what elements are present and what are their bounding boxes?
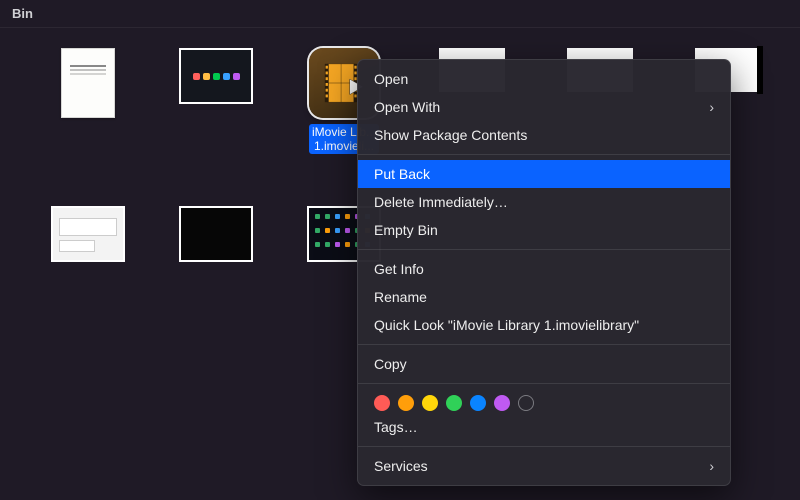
dark-window-icon (179, 206, 253, 262)
menu-item-copy[interactable]: Copy (358, 350, 730, 378)
file-item[interactable] (28, 42, 148, 192)
menu-label: Put Back (374, 165, 430, 183)
menu-item-services[interactable]: Services › (358, 452, 730, 480)
tag-color-orange[interactable] (398, 395, 414, 411)
tag-color-blue[interactable] (470, 395, 486, 411)
menu-label: Rename (374, 288, 427, 306)
menu-item-empty-bin[interactable]: Empty Bin (358, 216, 730, 244)
menu-item-get-info[interactable]: Get Info (358, 255, 730, 283)
menu-label: Delete Immediately… (374, 193, 508, 211)
menu-separator (358, 446, 730, 447)
menu-item-open-with[interactable]: Open With › (358, 93, 730, 121)
chevron-right-icon: › (709, 457, 714, 475)
form-window-icon (51, 206, 125, 262)
menu-item-quick-look[interactable]: Quick Look "iMovie Library 1.imovielibra… (358, 311, 730, 339)
menu-separator (358, 154, 730, 155)
menu-item-open[interactable]: Open (358, 65, 730, 93)
menu-separator (358, 344, 730, 345)
menu-label: Empty Bin (374, 221, 438, 239)
menu-label: Open (374, 70, 408, 88)
menu-label: Open With (374, 98, 440, 116)
chevron-right-icon: › (709, 98, 714, 116)
menu-label: Tags… (374, 418, 418, 436)
tag-color-none[interactable] (518, 395, 534, 411)
tag-color-red[interactable] (374, 395, 390, 411)
menu-separator (358, 383, 730, 384)
context-menu: Open Open With › Show Package Contents P… (357, 59, 731, 486)
menu-item-tags[interactable]: Tags… (358, 413, 730, 441)
menu-item-show-package-contents[interactable]: Show Package Contents (358, 121, 730, 149)
tag-color-green[interactable] (446, 395, 462, 411)
tag-color-row (358, 389, 730, 413)
menu-label: Copy (374, 355, 407, 373)
menu-label: Get Info (374, 260, 424, 278)
window-title: Bin (12, 6, 33, 21)
app-window-icon (179, 48, 253, 104)
menu-label: Services (374, 457, 428, 475)
file-item[interactable] (28, 200, 148, 350)
menu-item-rename[interactable]: Rename (358, 283, 730, 311)
menu-item-delete-immediately[interactable]: Delete Immediately… (358, 188, 730, 216)
menu-item-put-back[interactable]: Put Back (358, 160, 730, 188)
tag-color-purple[interactable] (494, 395, 510, 411)
file-item[interactable] (156, 42, 276, 192)
menu-label: Show Package Contents (374, 126, 527, 144)
menu-separator (358, 249, 730, 250)
window-titlebar: Bin (0, 0, 800, 28)
file-item[interactable] (156, 200, 276, 350)
tag-color-yellow[interactable] (422, 395, 438, 411)
document-icon (61, 48, 115, 118)
menu-label: Quick Look "iMovie Library 1.imovielibra… (374, 316, 639, 334)
